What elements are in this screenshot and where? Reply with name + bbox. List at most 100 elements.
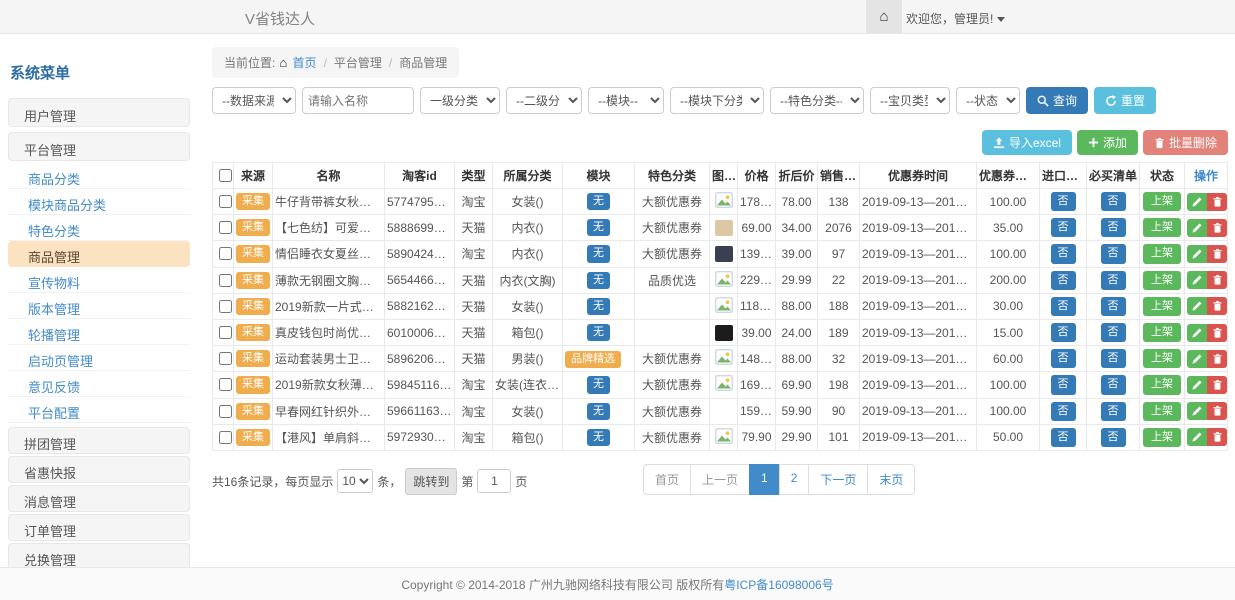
import-excel-button[interactable]: 导入excel xyxy=(982,130,1072,155)
row-checkbox[interactable] xyxy=(219,274,232,287)
edit-button[interactable] xyxy=(1187,376,1207,394)
must-buy-badge[interactable]: 否 xyxy=(1101,402,1126,421)
status-badge[interactable]: 上架 xyxy=(1143,402,1181,421)
import-select-badge[interactable]: 否 xyxy=(1051,375,1076,394)
edit-button[interactable] xyxy=(1187,428,1207,446)
row-checkbox[interactable] xyxy=(219,247,232,260)
status-badge[interactable]: 上架 xyxy=(1143,271,1181,290)
delete-button[interactable] xyxy=(1207,428,1227,446)
module-subcategory-select[interactable]: --模块下分类-- xyxy=(670,87,764,114)
edit-button[interactable] xyxy=(1187,297,1207,315)
edit-button[interactable] xyxy=(1187,324,1207,342)
must-buy-badge[interactable]: 否 xyxy=(1101,192,1126,211)
sidebar-section[interactable]: 拼团管理 xyxy=(8,427,190,454)
search-button[interactable]: 查询 xyxy=(1026,87,1088,114)
delete-button[interactable] xyxy=(1207,324,1227,342)
sidebar-section[interactable]: 订单管理 xyxy=(8,514,190,541)
status-badge[interactable]: 上架 xyxy=(1143,375,1181,394)
import-select-badge[interactable]: 否 xyxy=(1051,349,1076,368)
sidebar-item[interactable]: 版本管理 xyxy=(8,293,190,319)
jump-page-input[interactable] xyxy=(477,469,511,493)
sidebar-section-user[interactable]: 用户管理 xyxy=(8,98,190,127)
sidebar-item[interactable]: 模块商品分类 xyxy=(8,189,190,215)
status-badge[interactable]: 上架 xyxy=(1143,218,1181,237)
import-select-badge[interactable]: 否 xyxy=(1051,218,1076,237)
module-select[interactable]: --模块-- xyxy=(588,87,664,114)
row-checkbox[interactable] xyxy=(219,326,232,339)
pager-button-下一页[interactable]: 下一页 xyxy=(808,464,868,495)
sidebar-item[interactable]: 轮播管理 xyxy=(8,319,190,345)
sidebar-item[interactable]: 宣传物料 xyxy=(8,267,190,293)
icp-link[interactable]: 粤ICP备16098006号 xyxy=(724,576,833,593)
pager-button-上一页[interactable]: 上一页 xyxy=(690,464,750,495)
must-buy-badge[interactable]: 否 xyxy=(1101,349,1126,368)
sidebar-item[interactable]: 平台配置 xyxy=(8,397,190,423)
item-type-select[interactable]: --宝贝类型-- xyxy=(870,87,950,114)
add-button[interactable]: 添加 xyxy=(1077,130,1138,155)
sidebar-section[interactable]: 消息管理 xyxy=(8,485,190,512)
per-page-select[interactable]: 10 xyxy=(337,469,373,493)
sidebar-section-platform[interactable]: 平台管理 xyxy=(8,132,190,161)
import-select-badge[interactable]: 否 xyxy=(1051,192,1076,211)
row-checkbox[interactable] xyxy=(219,431,232,444)
data-source-select[interactable]: --数据来源-- xyxy=(212,87,296,114)
sidebar-item[interactable]: 特色分类 xyxy=(8,215,190,241)
row-checkbox[interactable] xyxy=(219,378,232,391)
must-buy-badge[interactable]: 否 xyxy=(1101,218,1126,237)
batch-delete-button[interactable]: 批量删除 xyxy=(1143,130,1228,155)
user-menu[interactable]: 欢迎您，管理员! xyxy=(906,10,1005,27)
delete-button[interactable] xyxy=(1207,193,1227,211)
must-buy-badge[interactable]: 否 xyxy=(1101,244,1126,263)
edit-button[interactable] xyxy=(1187,271,1207,289)
edit-button[interactable] xyxy=(1187,245,1207,263)
status-badge[interactable]: 上架 xyxy=(1143,323,1181,342)
delete-button[interactable] xyxy=(1207,402,1227,420)
pager-button-1[interactable]: 1 xyxy=(749,464,780,495)
delete-button[interactable] xyxy=(1207,245,1227,263)
sidebar-section[interactable]: 省惠快报 xyxy=(8,456,190,483)
delete-button[interactable] xyxy=(1207,271,1227,289)
pager-button-2[interactable]: 2 xyxy=(779,464,810,495)
edit-button[interactable] xyxy=(1187,219,1207,237)
reset-button[interactable]: 重置 xyxy=(1094,87,1156,114)
delete-button[interactable] xyxy=(1207,350,1227,368)
import-select-badge[interactable]: 否 xyxy=(1051,297,1076,316)
status-badge[interactable]: 上架 xyxy=(1143,349,1181,368)
import-select-badge[interactable]: 否 xyxy=(1051,271,1076,290)
level1-category-select[interactable]: 一级分类 xyxy=(420,87,500,114)
select-all-checkbox[interactable] xyxy=(219,169,232,182)
status-badge[interactable]: 上架 xyxy=(1143,192,1181,211)
must-buy-badge[interactable]: 否 xyxy=(1101,271,1126,290)
status-badge[interactable]: 上架 xyxy=(1143,244,1181,263)
row-checkbox[interactable] xyxy=(219,221,232,234)
must-buy-badge[interactable]: 否 xyxy=(1101,428,1126,447)
delete-button[interactable] xyxy=(1207,219,1227,237)
import-select-badge[interactable]: 否 xyxy=(1051,428,1076,447)
sidebar-item[interactable]: 启动页管理 xyxy=(8,345,190,371)
edit-button[interactable] xyxy=(1187,402,1207,420)
row-checkbox[interactable] xyxy=(219,405,232,418)
pager-button-首页[interactable]: 首页 xyxy=(643,464,691,495)
name-search-input[interactable] xyxy=(302,87,414,114)
must-buy-badge[interactable]: 否 xyxy=(1101,297,1126,316)
status-select[interactable]: --状态-- xyxy=(956,87,1020,114)
status-badge[interactable]: 上架 xyxy=(1143,428,1181,447)
pager-button-末页[interactable]: 末页 xyxy=(867,464,915,495)
level2-category-select[interactable]: --二级分类-- xyxy=(506,87,582,114)
delete-button[interactable] xyxy=(1207,376,1227,394)
row-checkbox[interactable] xyxy=(219,300,232,313)
must-buy-badge[interactable]: 否 xyxy=(1101,375,1126,394)
feature-category-select[interactable]: --特色分类-- xyxy=(770,87,864,114)
sidebar-item[interactable]: 商品管理 xyxy=(8,241,190,267)
sidebar-section[interactable]: 兑换管理 xyxy=(8,543,190,570)
status-badge[interactable]: 上架 xyxy=(1143,297,1181,316)
breadcrumb-home-link[interactable]: 首页 xyxy=(293,56,317,70)
must-buy-badge[interactable]: 否 xyxy=(1101,323,1126,342)
home-button[interactable]: ⌂ xyxy=(866,0,902,33)
import-select-badge[interactable]: 否 xyxy=(1051,244,1076,263)
jump-button[interactable]: 跳转到 xyxy=(405,468,457,495)
import-select-badge[interactable]: 否 xyxy=(1051,402,1076,421)
import-select-badge[interactable]: 否 xyxy=(1051,323,1076,342)
edit-button[interactable] xyxy=(1187,193,1207,211)
row-checkbox[interactable] xyxy=(219,195,232,208)
